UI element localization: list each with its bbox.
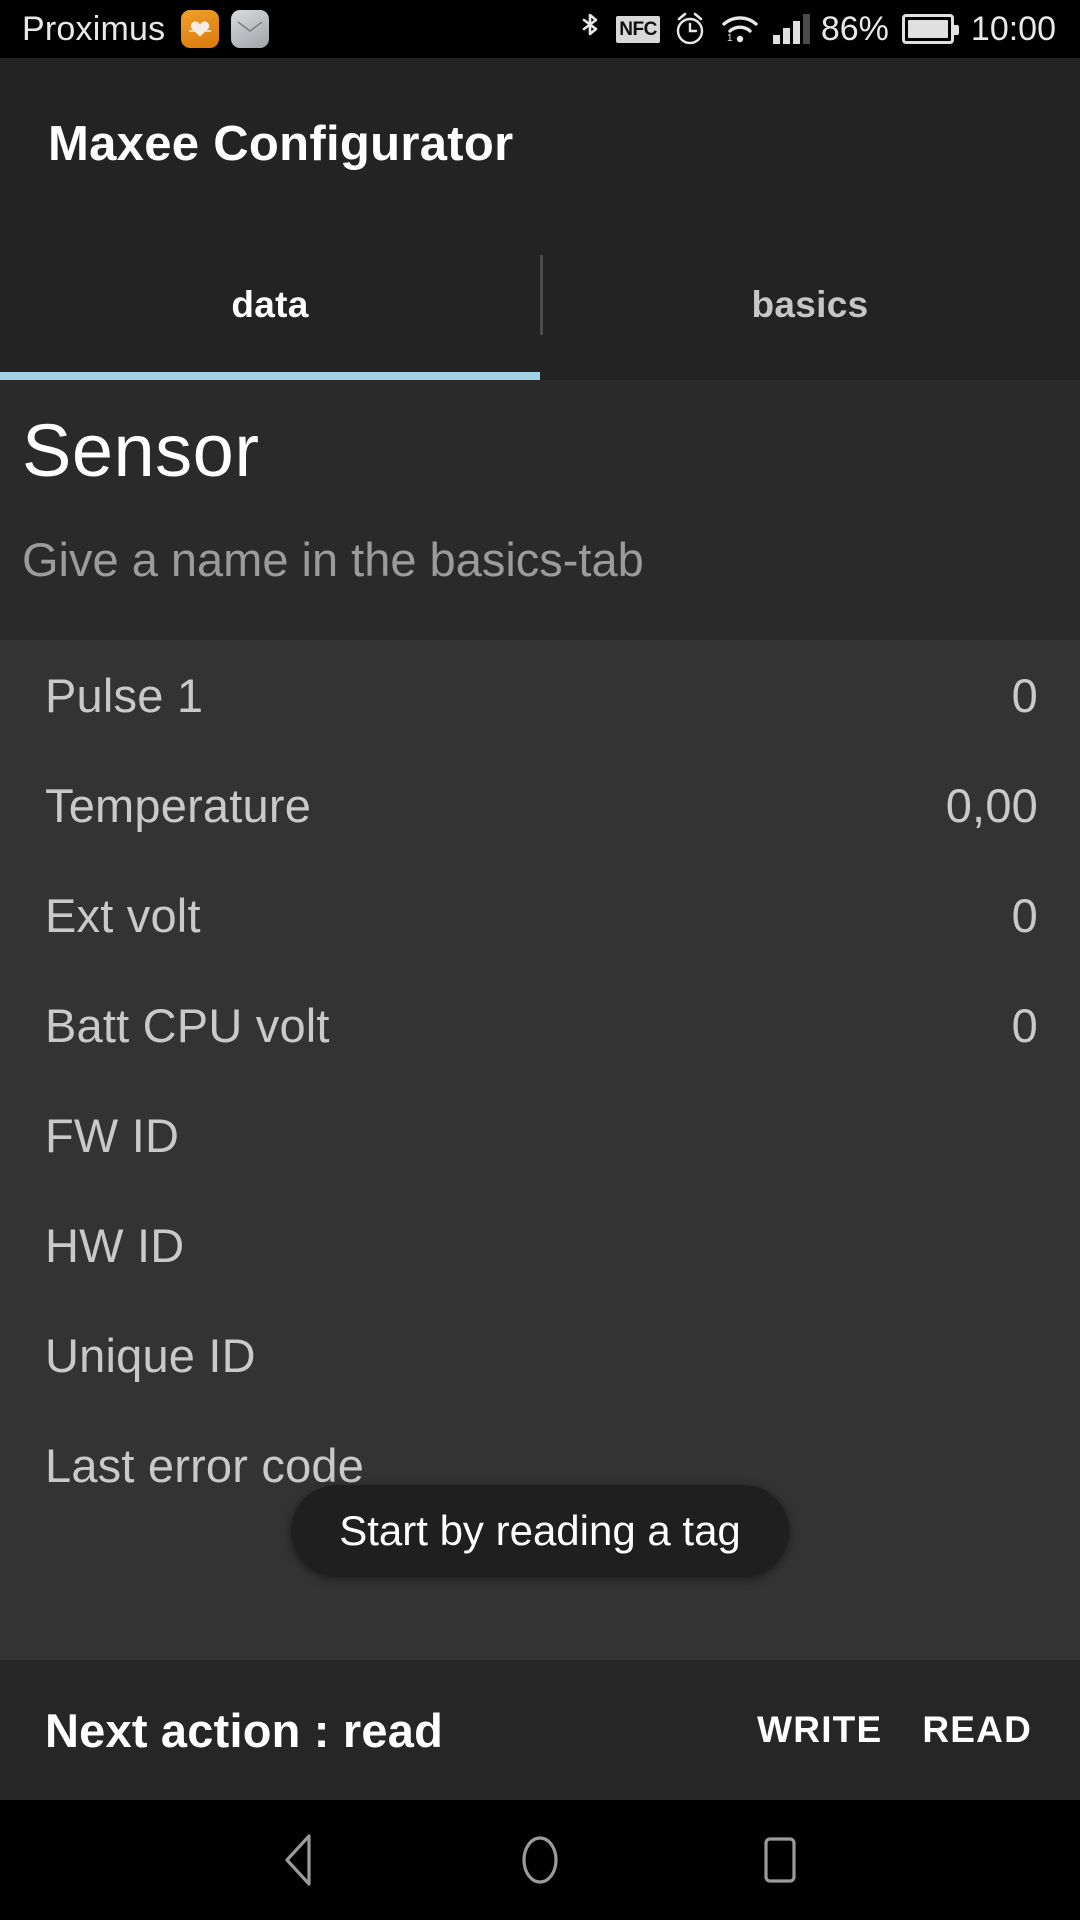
tab-data[interactable]: data (0, 230, 540, 380)
clock-label: 10:00 (970, 9, 1056, 48)
sensor-name: Sensor (22, 409, 260, 492)
battery-icon (901, 14, 959, 44)
page-title: Maxee Configurator (48, 117, 514, 171)
back-icon[interactable] (245, 1805, 355, 1915)
health-app-icon (181, 10, 220, 48)
table-row[interactable]: Temperature 0,00 (0, 750, 1080, 860)
row-label: Temperature (45, 778, 312, 832)
toast-text: Start by reading a tag (339, 1507, 741, 1554)
row-label: Batt CPU volt (45, 998, 330, 1052)
row-value: 0 (1011, 668, 1038, 722)
row-label: HW ID (45, 1218, 185, 1272)
write-button[interactable]: WRITE (737, 1693, 902, 1767)
row-label: FW ID (45, 1108, 180, 1162)
carrier-label: Proximus (22, 9, 166, 48)
row-label: Pulse 1 (45, 668, 204, 722)
tab-basics[interactable]: basics (540, 230, 1080, 380)
phone-screen: Proximus NFC 1 86% 10:00 Maxee Configura… (0, 0, 1080, 1920)
recents-icon[interactable] (725, 1805, 835, 1915)
row-label: Ext volt (45, 888, 201, 942)
sensor-subtitle: Give a name in the basics-tab (22, 533, 644, 586)
action-bar: Next action : read WRITE READ (0, 1660, 1080, 1800)
alarm-icon (673, 11, 707, 47)
row-label: Unique ID (45, 1328, 256, 1382)
read-button[interactable]: READ (902, 1693, 1052, 1767)
cellular-signal-icon (772, 14, 810, 44)
table-row[interactable]: HW ID (0, 1190, 1080, 1300)
table-row[interactable]: FW ID (0, 1080, 1080, 1190)
tab-basics-label: basics (751, 284, 869, 325)
row-value: 0 (1011, 888, 1038, 942)
tab-indicator (0, 372, 540, 380)
row-label: Last error code (45, 1438, 365, 1492)
home-icon[interactable] (485, 1805, 595, 1915)
wifi-icon: 1 (720, 12, 760, 46)
row-value: 0,00 (945, 778, 1038, 832)
svg-text:1: 1 (727, 33, 733, 44)
system-nav-bar[interactable] (0, 1800, 1080, 1920)
table-row[interactable]: Pulse 1 0 (0, 640, 1080, 750)
tab-data-label: data (231, 284, 309, 325)
tab-bar[interactable]: data basics (0, 230, 1080, 380)
system-icons: NFC 1 86% 10:00 (577, 10, 1056, 49)
bluetooth-icon (577, 10, 603, 48)
sensor-header: Sensor Give a name in the basics-tab (0, 380, 1080, 640)
next-action-label: Next action : read (45, 1703, 443, 1757)
nfc-icon: NFC (616, 15, 660, 43)
app-bar: Maxee Configurator (0, 58, 1080, 230)
table-row[interactable]: Batt CPU volt 0 (0, 970, 1080, 1080)
toast-message: Start by reading a tag (291, 1485, 789, 1577)
notification-icons (181, 10, 270, 48)
row-value: 0 (1011, 998, 1038, 1052)
table-row[interactable]: Ext volt 0 (0, 860, 1080, 970)
table-row[interactable]: Unique ID (0, 1300, 1080, 1410)
mail-app-icon (231, 10, 270, 48)
status-bar: Proximus NFC 1 86% 10:00 (0, 0, 1080, 58)
battery-percent-label: 86% (820, 9, 889, 48)
